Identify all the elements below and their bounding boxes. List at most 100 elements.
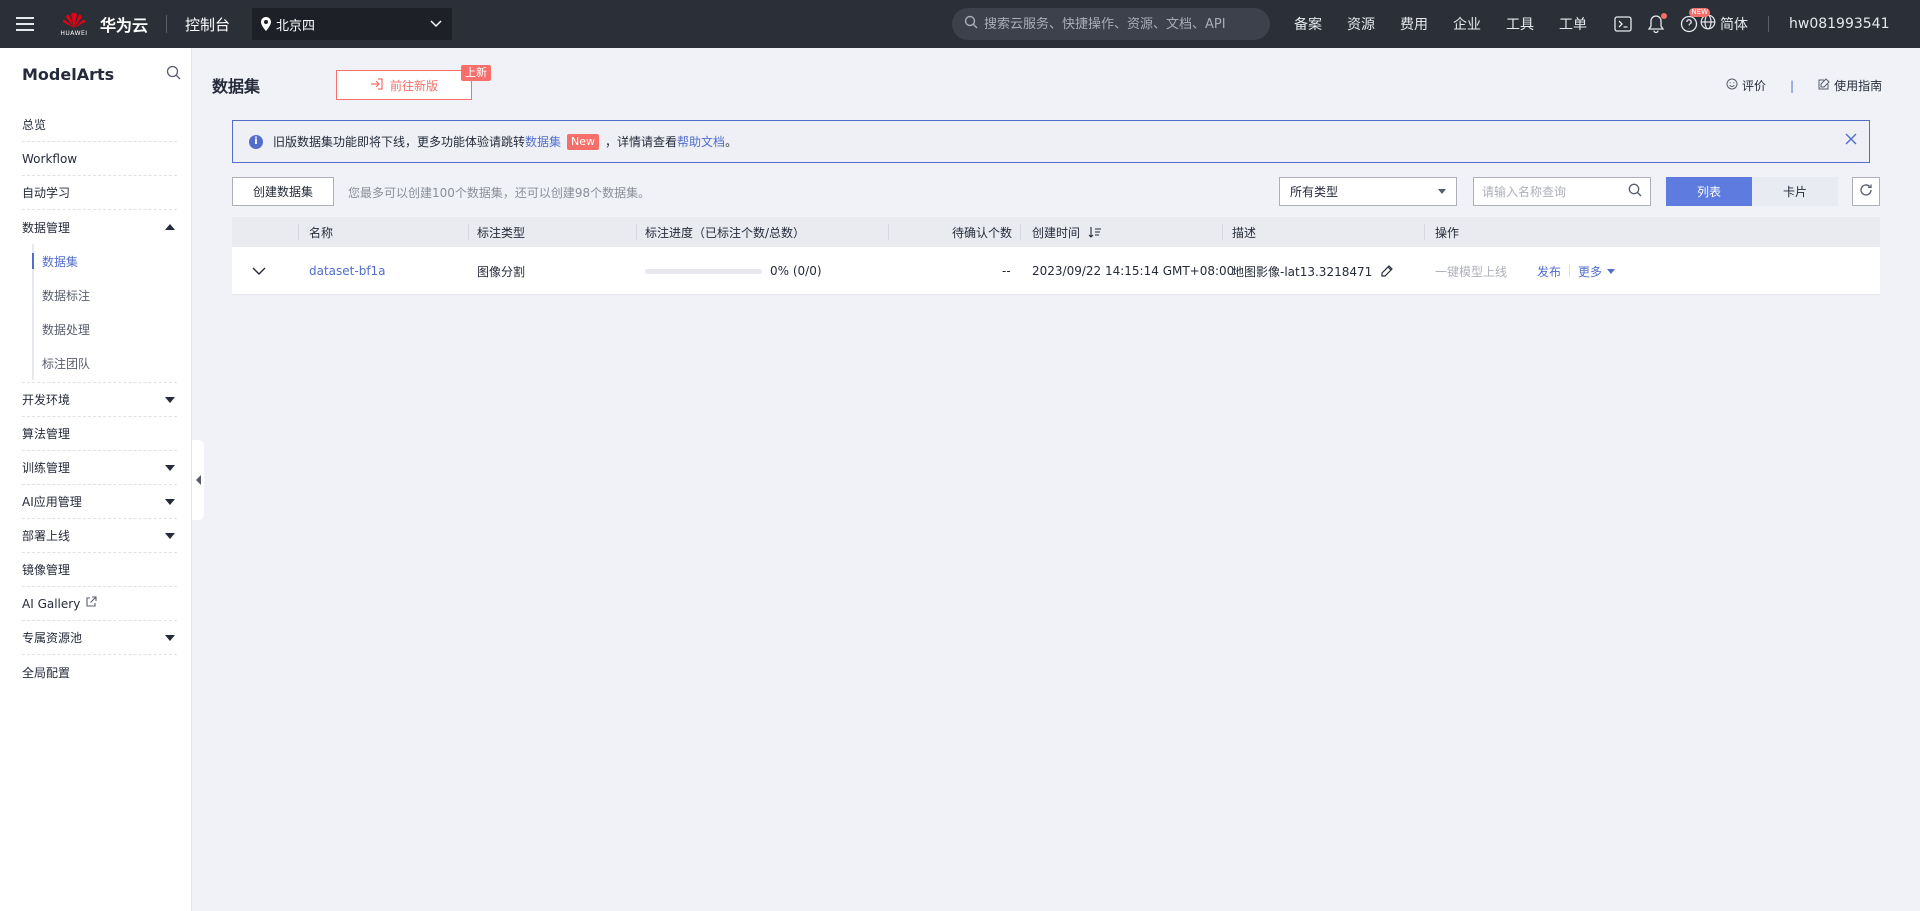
sidebar-item-data-management[interactable]: 数据管理 bbox=[22, 210, 177, 244]
sidebar-item-data-processing[interactable]: 数据处理 bbox=[34, 312, 177, 346]
language-switch[interactable]: 简体 bbox=[1700, 14, 1748, 34]
user-account[interactable]: hw081993541 bbox=[1789, 16, 1890, 32]
logo-text: 华为云 bbox=[100, 16, 149, 35]
sidebar-item-deployment[interactable]: 部署上线 bbox=[22, 519, 177, 553]
dataset-table: 名称 标注类型 标注进度（已标注个数/总数） 待确认个数 创建时间 描述 操作 … bbox=[232, 217, 1880, 295]
chevron-down-icon bbox=[430, 20, 442, 28]
table-row: dataset-bf1a 图像分割 0% (0/0) -- 2023/09/22… bbox=[232, 247, 1880, 295]
divider bbox=[166, 15, 168, 33]
deprecation-notice: i 旧版数据集功能即将下线，更多功能体验请跳转 数据集 New ，详情请查看 帮… bbox=[232, 120, 1870, 163]
enter-icon bbox=[370, 77, 384, 94]
search-icon[interactable] bbox=[1628, 183, 1642, 201]
notification-dot bbox=[1661, 13, 1667, 19]
dropdown-arrow-icon bbox=[1438, 189, 1446, 194]
smile-icon bbox=[1726, 78, 1738, 93]
expand-arrow-icon bbox=[165, 464, 175, 471]
name-search[interactable] bbox=[1473, 177, 1651, 206]
list-view-button[interactable]: 列表 bbox=[1666, 177, 1752, 206]
nav-tools[interactable]: 工具 bbox=[1506, 14, 1534, 34]
divider bbox=[1569, 265, 1571, 277]
sidebar-item-training[interactable]: 训练管理 bbox=[22, 451, 177, 485]
new-badge: 上新 bbox=[461, 65, 491, 81]
new-chip: New bbox=[567, 133, 600, 150]
expand-arrow-icon bbox=[165, 532, 175, 539]
sidebar-item-labeling-team[interactable]: 标注团队 bbox=[34, 346, 177, 380]
sidebar-item-algorithms[interactable]: 算法管理 bbox=[22, 417, 177, 451]
sidebar-item-dev-env[interactable]: 开发环境 bbox=[22, 383, 177, 417]
go-new-version-button[interactable]: 前往新版 上新 bbox=[336, 65, 491, 100]
close-icon[interactable] bbox=[1845, 133, 1857, 145]
col-description: 描述 bbox=[1232, 225, 1257, 240]
expand-arrow-icon bbox=[165, 396, 175, 403]
sidebar-item-ai-gallery[interactable]: AI Gallery bbox=[22, 587, 177, 621]
sidebar-collapse-handle[interactable] bbox=[192, 440, 204, 520]
menu-icon[interactable] bbox=[0, 0, 50, 48]
dataset-name-cell[interactable]: dataset-bf1a bbox=[309, 247, 386, 295]
publish-link[interactable]: 发布 bbox=[1537, 263, 1561, 280]
sidebar-item-images[interactable]: 镜像管理 bbox=[22, 553, 177, 587]
pending-cell: -- bbox=[1002, 264, 1011, 278]
name-search-input[interactable] bbox=[1482, 184, 1628, 199]
created-time-cell: 2023/09/22 14:15:14 GMT+08:00 bbox=[1032, 264, 1235, 278]
sidebar-item-datasets[interactable]: 数据集 bbox=[32, 244, 177, 278]
edit-icon[interactable] bbox=[1380, 264, 1394, 278]
refresh-button[interactable] bbox=[1852, 177, 1880, 206]
nav-enterprise[interactable]: 企业 bbox=[1453, 14, 1481, 34]
collapse-left-icon bbox=[195, 475, 201, 485]
page-title: 数据集 bbox=[212, 77, 261, 96]
user-guide-link[interactable]: 使用指南 bbox=[1818, 77, 1882, 94]
edit-doc-icon bbox=[1818, 78, 1830, 93]
expand-row-icon[interactable] bbox=[252, 247, 266, 295]
refresh-icon bbox=[1859, 183, 1873, 201]
rate-link[interactable]: 评价 bbox=[1726, 77, 1766, 94]
nav-billing[interactable]: 费用 bbox=[1400, 14, 1428, 34]
external-link-icon bbox=[85, 596, 97, 611]
sidebar-item-automl[interactable]: 自动学习 bbox=[22, 176, 177, 210]
nav-resources[interactable]: 资源 bbox=[1347, 14, 1375, 34]
search-icon[interactable] bbox=[166, 65, 181, 84]
global-search-input[interactable] bbox=[984, 16, 1254, 32]
sidebar-item-dedicated-pools[interactable]: 专属资源池 bbox=[22, 621, 177, 655]
nav-tickets[interactable]: 工单 bbox=[1559, 14, 1587, 34]
col-created[interactable]: 创建时间 bbox=[1032, 217, 1102, 247]
col-name: 名称 bbox=[309, 225, 334, 240]
progress-cell: 0% (0/0) bbox=[645, 247, 822, 295]
dataset-name-link[interactable]: dataset-bf1a bbox=[309, 264, 386, 278]
label-type-cell: 图像分割 bbox=[477, 264, 526, 279]
description-text: 地图影像-lat13.3218471 bbox=[1232, 264, 1373, 279]
sidebar-item-global-config[interactable]: 全局配置 bbox=[22, 655, 177, 689]
sidebar-item-overview[interactable]: 总览 bbox=[22, 108, 177, 142]
page-links: 评价 | 使用指南 bbox=[1726, 77, 1882, 94]
globe-icon bbox=[1700, 14, 1716, 34]
logo[interactable]: HUAWEI 华为云 bbox=[58, 8, 148, 40]
col-label-type: 标注类型 bbox=[477, 225, 526, 240]
divider bbox=[1768, 16, 1769, 32]
sidebar-item-ai-apps[interactable]: AI应用管理 bbox=[22, 485, 177, 519]
sidebar-item-workflow[interactable]: Workflow bbox=[22, 142, 177, 176]
progress-bar bbox=[645, 268, 762, 274]
sidebar: ModelArts 总览 Workflow 自动学习 数据管理 数据集 数据标注… bbox=[0, 48, 192, 911]
create-dataset-button[interactable]: 创建数据集 bbox=[232, 177, 334, 206]
more-actions-dropdown[interactable]: 更多 bbox=[1578, 263, 1616, 280]
help-icon[interactable]: NEW bbox=[1680, 8, 1710, 33]
card-view-button[interactable]: 卡片 bbox=[1752, 177, 1838, 206]
col-pending: 待确认个数 bbox=[952, 225, 1013, 240]
terminal-icon[interactable] bbox=[1614, 16, 1632, 32]
console-link[interactable]: 控制台 bbox=[185, 14, 230, 35]
divider: | bbox=[1790, 78, 1795, 93]
region-selector[interactable]: 北京四 bbox=[252, 8, 453, 40]
top-nav: 备案 资源 费用 企业 工具 工单 NEW 简体 hw081993541 bbox=[1294, 0, 1890, 48]
type-filter-select[interactable]: 所有类型 bbox=[1279, 177, 1457, 206]
nav-beian[interactable]: 备案 bbox=[1294, 14, 1322, 34]
dataset-link[interactable]: 数据集 bbox=[525, 133, 561, 150]
help-doc-link[interactable]: 帮助文档 bbox=[677, 133, 725, 150]
one-click-deploy-button[interactable]: 一键模型上线 bbox=[1435, 263, 1507, 280]
top-bar: HUAWEI 华为云 控制台 北京四 备案 资源 费用 企业 工具 工单 bbox=[0, 0, 1920, 48]
bell-icon[interactable] bbox=[1648, 13, 1667, 33]
sidebar-item-data-labeling[interactable]: 数据标注 bbox=[34, 278, 177, 312]
progress-text: 0% (0/0) bbox=[770, 264, 822, 278]
col-actions: 操作 bbox=[1435, 225, 1460, 240]
sort-icon[interactable] bbox=[1088, 226, 1102, 238]
quota-text: 您最多可以创建100个数据集，还可以创建98个数据集。 bbox=[348, 186, 651, 200]
global-search[interactable] bbox=[952, 8, 1270, 40]
